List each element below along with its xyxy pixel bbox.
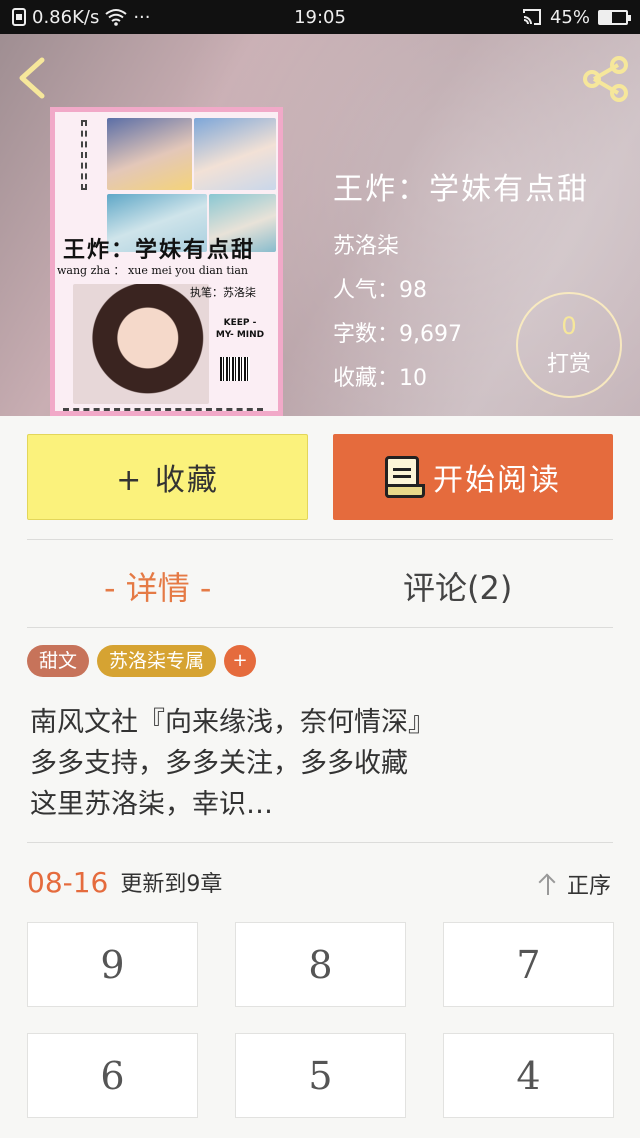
status-bar: 0.86K/s ··· 19:05 45%	[0, 0, 640, 34]
update-text: 更新到9章	[120, 872, 223, 897]
battery-icon	[598, 9, 631, 25]
cover-decoration	[63, 408, 263, 411]
cover-decoration	[81, 120, 87, 190]
reward-label: 打赏	[546, 352, 591, 377]
start-reading-label: 开始阅读	[433, 463, 561, 498]
cover-photo	[73, 284, 209, 404]
cover-author: 执笔：苏洛柒	[190, 286, 256, 299]
more-indicator: ···	[133, 6, 151, 28]
sim-card-icon	[12, 8, 26, 26]
collect-label: + 收藏	[116, 463, 219, 498]
reward-count: 0	[561, 312, 577, 340]
battery-percent: 45%	[549, 6, 590, 28]
back-icon[interactable]	[14, 56, 54, 100]
cover-photo	[194, 118, 276, 190]
barcode-icon	[220, 357, 250, 381]
cast-icon	[522, 9, 541, 25]
sort-toggle[interactable]: 正序	[539, 868, 611, 900]
description-line: 南风文社『向来缘浅，奈何情深』	[30, 707, 435, 738]
description-line: 这里苏洛柒，幸识…	[30, 789, 273, 820]
update-date: 08-16	[27, 865, 109, 899]
cover-title: 王炸：学妹有点甜	[63, 237, 256, 263]
book-icon	[385, 456, 425, 498]
chapter-button[interactable]: 5	[235, 1033, 406, 1118]
network-speed: 0.86K/s	[32, 6, 100, 28]
book-cover[interactable]: 王炸：学妹有点甜 wang zha ： xue mei you dian tia…	[50, 107, 283, 416]
tag-list: 甜文 苏洛柒专属 +	[27, 645, 257, 677]
tab-details[interactable]: - 详情 -	[104, 563, 211, 609]
tab-comments[interactable]: 评论(2)	[403, 563, 512, 609]
book-title: 王炸：学妹有点甜	[333, 172, 589, 207]
cover-keep-text: KEEP -MY- MIND	[215, 318, 265, 340]
chapter-grid: 9 8 7 6 5 4	[27, 922, 614, 1118]
share-icon[interactable]	[580, 56, 630, 102]
wifi-icon	[105, 9, 127, 26]
book-header: 王炸：学妹有点甜 wang zha ： xue mei you dian tia…	[0, 34, 640, 416]
tag-author-exclusive[interactable]: 苏洛柒专属	[97, 645, 217, 677]
chapter-button[interactable]: 6	[27, 1033, 198, 1118]
divider	[27, 842, 613, 843]
collect-button[interactable]: + 收藏	[27, 434, 308, 520]
cover-photo	[107, 118, 192, 190]
tab-bar: - 详情 - 评论(2)	[0, 545, 640, 625]
tag-sweet[interactable]: 甜文	[27, 645, 90, 677]
chapter-button[interactable]: 7	[443, 922, 614, 1007]
start-reading-button[interactable]: 开始阅读	[333, 434, 613, 520]
description-line: 多多支持，多多关注，多多收藏	[30, 748, 408, 779]
reward-button[interactable]: 0 打赏	[516, 292, 622, 398]
chapter-button[interactable]: 9	[27, 922, 198, 1007]
add-tag-button[interactable]: +	[224, 645, 257, 677]
book-description[interactable]: 南风文社『向来缘浅，奈何情深』 多多支持，多多关注，多多收藏 这里苏洛柒，幸识…	[30, 702, 610, 825]
chapter-button[interactable]: 8	[235, 922, 406, 1007]
cover-subtitle: wang zha ： xue mei you dian tian	[57, 264, 248, 277]
update-info: 08-16 更新到9章 正序	[27, 862, 613, 902]
divider	[27, 627, 613, 628]
book-author[interactable]: 苏洛柒	[333, 228, 589, 260]
sort-label: 正序	[566, 874, 611, 899]
chapter-button[interactable]: 4	[443, 1033, 614, 1118]
divider	[27, 539, 613, 540]
battery-fill	[600, 11, 612, 23]
arrow-up-icon	[539, 873, 557, 895]
